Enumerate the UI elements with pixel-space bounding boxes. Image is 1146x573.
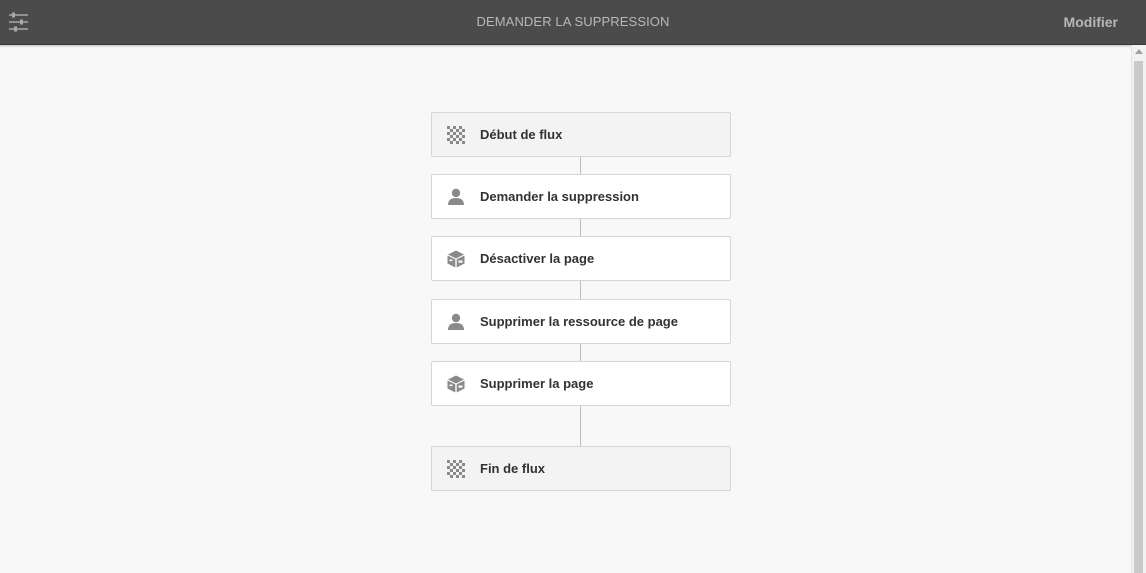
- checkered-flag-icon: [447, 126, 465, 144]
- checkered-flag-icon: [447, 460, 465, 478]
- connector-line: [580, 219, 581, 236]
- process-box-icon: [447, 250, 465, 268]
- page-title: DEMANDER LA SUPPRESSION: [476, 14, 670, 29]
- workflow-step-label: Début de flux: [480, 127, 563, 142]
- vertical-scrollbar[interactable]: [1131, 45, 1146, 573]
- workflow-step-delete-page[interactable]: Supprimer la page: [431, 361, 731, 406]
- scrollbar-thumb[interactable]: [1134, 61, 1143, 573]
- scroll-up-arrow-icon[interactable]: [1135, 49, 1143, 54]
- user-icon: [447, 313, 465, 331]
- workflow-step-deactivate-page[interactable]: Désactiver la page: [431, 236, 731, 281]
- modify-button[interactable]: Modifier: [1064, 0, 1118, 44]
- workflow-step-end[interactable]: Fin de flux: [431, 446, 731, 491]
- connector-line: [580, 281, 581, 299]
- user-icon: [447, 188, 465, 206]
- connector-line: [580, 406, 581, 446]
- workflow-step-start[interactable]: Début de flux: [431, 112, 731, 157]
- process-box-icon: [447, 375, 465, 393]
- top-bar: DEMANDER LA SUPPRESSION Modifier: [0, 0, 1146, 45]
- workflow-step-label: Supprimer la ressource de page: [480, 314, 678, 329]
- workflow-step-request-deletion[interactable]: Demander la suppression: [431, 174, 731, 219]
- workflow-step-label: Supprimer la page: [480, 376, 594, 391]
- workflow-step-label: Désactiver la page: [480, 251, 595, 266]
- connector-line: [580, 344, 581, 361]
- workflow-step-delete-page-resource[interactable]: Supprimer la ressource de page: [431, 299, 731, 344]
- workflow-step-label: Fin de flux: [480, 461, 545, 476]
- workflow-step-label: Demander la suppression: [480, 189, 639, 204]
- connector-line: [580, 157, 581, 174]
